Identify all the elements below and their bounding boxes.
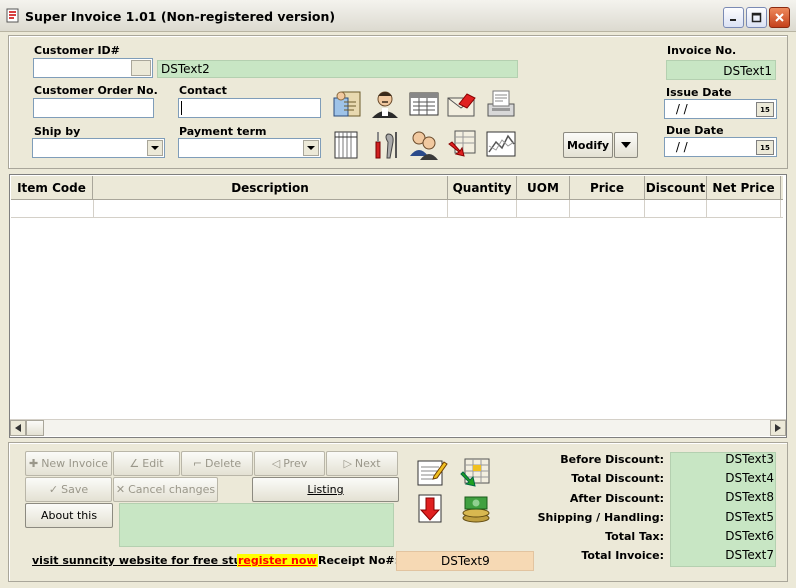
save-button[interactable]: ✓ Save: [25, 477, 112, 502]
ledger-icon[interactable]: [330, 128, 364, 160]
close-icon: ✕: [115, 483, 126, 496]
tools-icon[interactable]: [368, 128, 402, 160]
ship-by-select[interactable]: [32, 138, 165, 158]
message-display: [119, 503, 394, 547]
maximize-button[interactable]: [746, 7, 767, 28]
next-button[interactable]: ▷ Next: [326, 451, 398, 476]
total-invoice-label: Total Invoice:: [581, 549, 664, 562]
total-tax-value: DSText6: [725, 529, 774, 543]
total-discount-value: DSText4: [725, 471, 774, 485]
payment-term-dropdown-button[interactable]: [303, 140, 319, 156]
scroll-thumb[interactable]: [26, 420, 44, 436]
scroll-right-button[interactable]: [770, 420, 786, 436]
ship-by-dropdown-button[interactable]: [147, 140, 163, 156]
website-link[interactable]: visit sunncity website for free stuff: [32, 554, 250, 567]
modify-dropdown-button[interactable]: [614, 132, 638, 158]
fax-icon[interactable]: [484, 88, 518, 120]
text-cursor: [181, 101, 182, 115]
column-header[interactable]: Quantity: [448, 176, 517, 200]
import-icon[interactable]: [445, 128, 479, 160]
chevron-down-icon: [307, 146, 315, 150]
customer-name-display: DSText2: [157, 60, 518, 78]
chevron-right-icon: [775, 424, 781, 432]
modify-button[interactable]: Modify: [563, 132, 613, 158]
listing-button[interactable]: Listing: [252, 477, 399, 502]
delete-button[interactable]: ⌐ Delete: [181, 451, 253, 476]
after-discount-label: After Discount:: [569, 492, 664, 505]
delete-icon: ⌐: [192, 457, 203, 470]
cancel-changes-button[interactable]: ✕ Cancel changes: [113, 477, 218, 502]
contact-label: Contact: [179, 84, 227, 97]
chevron-down-icon: [621, 142, 631, 148]
issue-date-field[interactable]: / / 15: [664, 99, 777, 119]
app-icon: [6, 8, 19, 23]
column-header[interactable]: Discount: [645, 176, 707, 200]
customer-lookup-button[interactable]: [131, 60, 151, 76]
edit-note-icon[interactable]: [414, 456, 448, 488]
pdf-download-icon[interactable]: [414, 492, 448, 524]
total-tax-label: Total Tax:: [605, 530, 664, 543]
money-icon[interactable]: [459, 492, 493, 524]
receipt-display: DSText9: [396, 551, 534, 571]
prev-button[interactable]: ◁ Prev: [254, 451, 325, 476]
receipt-label: Receipt No#:: [318, 554, 400, 567]
about-button[interactable]: About this: [25, 503, 113, 528]
invoice-no-display: DSText1: [666, 60, 776, 80]
horizontal-scrollbar[interactable]: [10, 419, 786, 436]
payment-term-label: Payment term: [179, 125, 267, 138]
total-invoice-value: DSText7: [725, 548, 774, 562]
new-icon: ✚: [28, 457, 39, 470]
customer-order-label: Customer Order No.: [34, 84, 158, 97]
issue-date-label: Issue Date: [666, 86, 732, 99]
chevron-left-icon: [15, 424, 21, 432]
due-date-field[interactable]: / / 15: [664, 137, 777, 157]
close-icon: [775, 13, 784, 22]
chevron-right-icon: ▷: [343, 457, 352, 470]
calendar-icon[interactable]: 15: [756, 102, 774, 117]
customer-id-label: Customer ID#: [34, 44, 120, 57]
window-title: Super Invoice 1.01 (Non-registered versi…: [25, 9, 336, 24]
users-icon[interactable]: [407, 128, 441, 160]
minimize-icon: [730, 19, 736, 21]
email-icon[interactable]: [445, 88, 479, 120]
contact-field[interactable]: [178, 98, 321, 118]
chevron-left-icon: ◁: [271, 457, 281, 470]
pencil-icon: ∠: [129, 457, 140, 470]
column-header[interactable]: UOM: [517, 176, 570, 200]
new-invoice-button[interactable]: ✚ New Invoice: [25, 451, 112, 476]
export-icon[interactable]: [459, 456, 493, 488]
edit-button[interactable]: ∠ Edit: [113, 451, 180, 476]
maximize-icon: [751, 12, 762, 23]
minimize-button[interactable]: [723, 7, 744, 28]
register-link[interactable]: register now: [237, 554, 318, 567]
column-header[interactable]: Description: [93, 176, 448, 200]
total-discount-label: Total Discount:: [571, 472, 664, 485]
check-icon: ✓: [48, 483, 59, 496]
after-discount-value: DSText8: [725, 490, 774, 504]
scroll-left-button[interactable]: [10, 420, 26, 436]
invoice-no-label: Invoice No.: [667, 44, 737, 57]
table-row[interactable]: [11, 200, 783, 218]
title-bar: Super Invoice 1.01 (Non-registered versi…: [0, 0, 796, 32]
customer-id-field[interactable]: [33, 58, 153, 78]
before-discount-value: DSText3: [725, 452, 774, 466]
shipping-handling-label: Shipping / Handling:: [537, 511, 664, 524]
payment-term-select[interactable]: [178, 138, 321, 158]
column-header[interactable]: Item Code: [11, 176, 93, 200]
chart-icon[interactable]: [484, 128, 518, 160]
close-button[interactable]: [769, 7, 790, 28]
salesperson-icon[interactable]: [368, 88, 402, 120]
shipping-handling-value: DSText5: [725, 510, 774, 524]
before-discount-label: Before Discount:: [560, 453, 664, 466]
calendar-icon[interactable]: 15: [756, 140, 774, 155]
invoice-list-icon[interactable]: [407, 88, 441, 120]
due-date-label: Due Date: [666, 124, 724, 137]
column-header[interactable]: Net Price: [707, 176, 781, 200]
ship-by-label: Ship by: [34, 125, 81, 138]
chevron-down-icon: [151, 146, 159, 150]
customer-order-field[interactable]: [33, 98, 154, 118]
grid-header: Item Code Description Quantity UOM Price…: [11, 176, 783, 200]
column-header[interactable]: Price: [570, 176, 645, 200]
customers-icon[interactable]: [330, 88, 364, 120]
